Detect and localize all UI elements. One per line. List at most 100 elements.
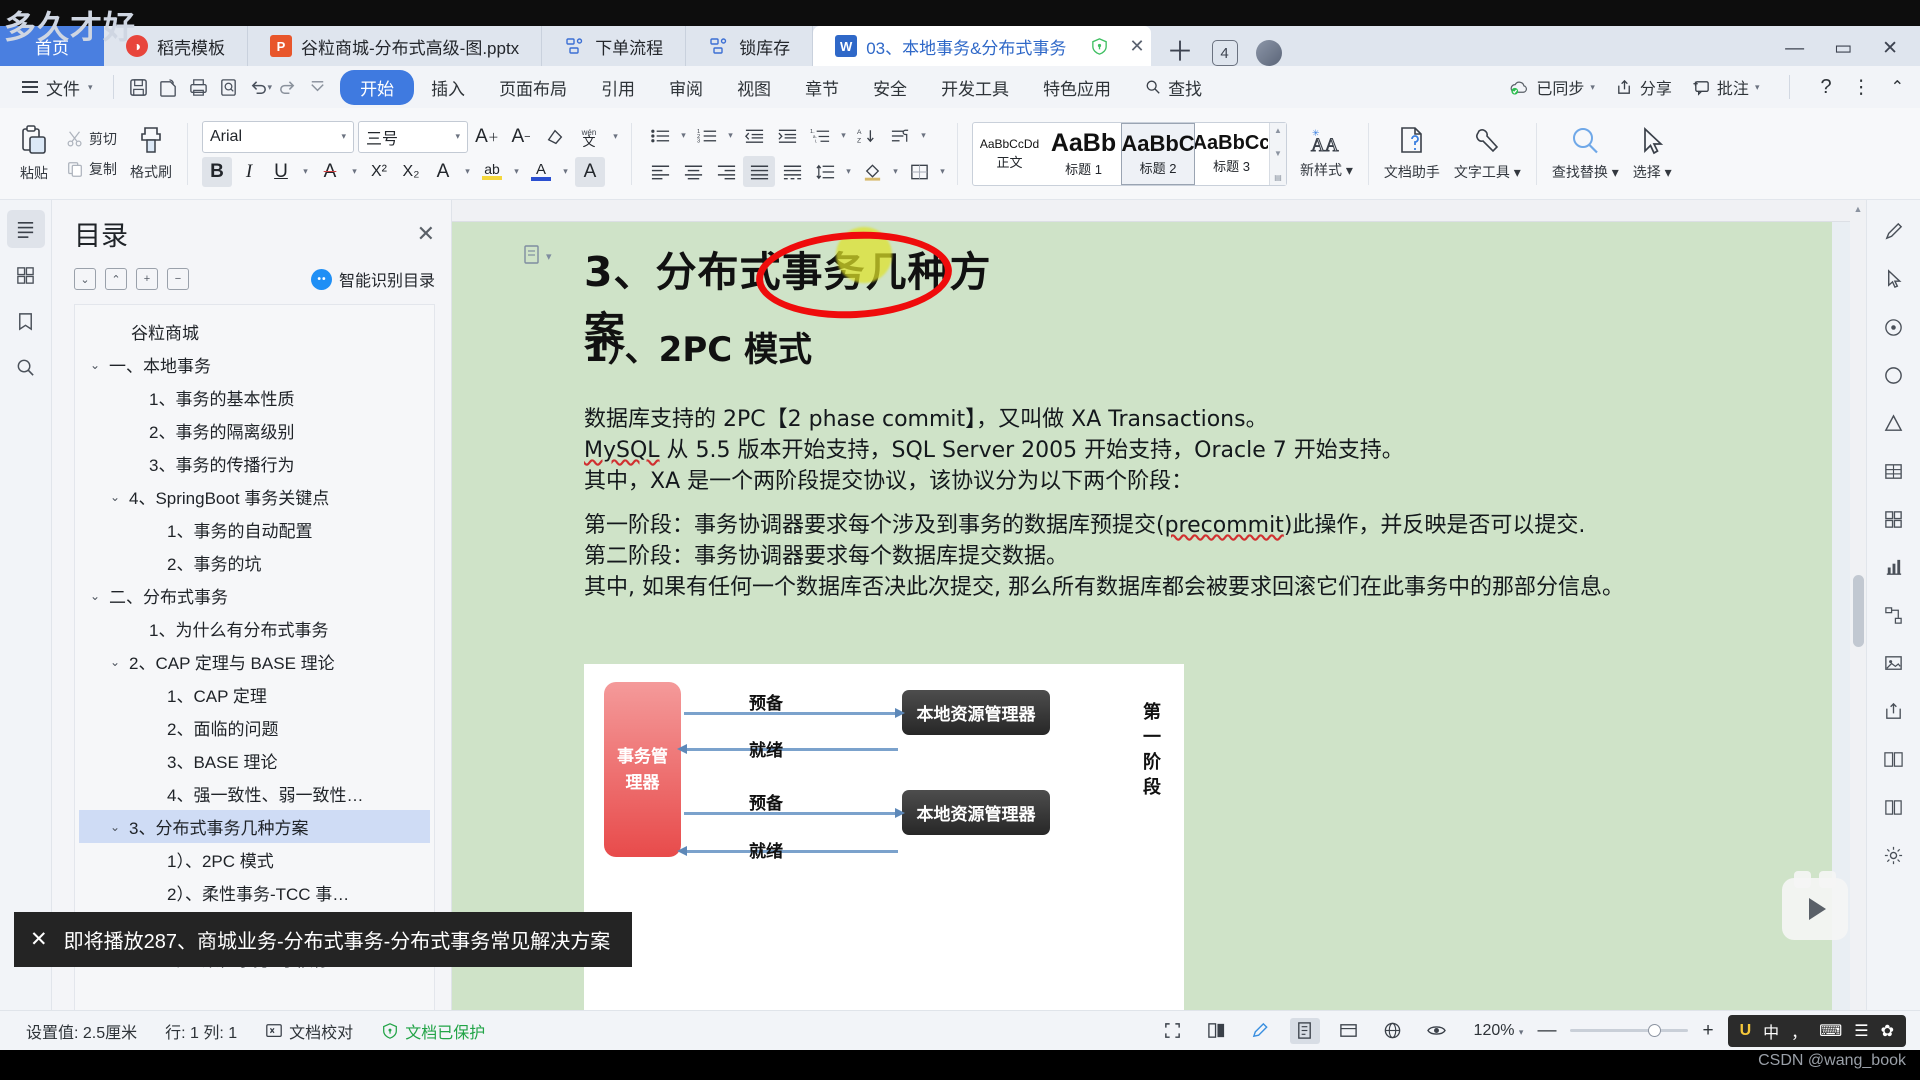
plus-icon[interactable]: ＋: [1167, 39, 1194, 66]
clear-format-icon[interactable]: [540, 122, 570, 152]
two-page-icon[interactable]: [1202, 1018, 1232, 1044]
comment-button[interactable]: 批注 ▾: [1692, 75, 1759, 99]
share-button[interactable]: 分享: [1615, 75, 1672, 99]
decrease-indent-icon[interactable]: [738, 120, 770, 151]
doc-assistant-button[interactable]: 文档助手: [1377, 121, 1447, 186]
line-spacing-icon[interactable]: [809, 156, 841, 187]
ime-toolbar[interactable]: U 中 ， ⌨ ☰ ✿: [1727, 1014, 1906, 1047]
ime-lang-button[interactable]: 中: [1763, 1019, 1779, 1043]
font-size-select[interactable]: 三号 ▾: [358, 120, 468, 153]
pinyin-guide-icon[interactable]: wén 文: [574, 122, 604, 152]
style-item-body[interactable]: AaBbCcDd 正文: [973, 123, 1047, 185]
chevron-down-icon[interactable]: ▾: [347, 157, 362, 187]
flow-icon[interactable]: [1875, 596, 1913, 634]
chevron-down-icon[interactable]: ▾: [298, 157, 313, 187]
increase-indent-icon[interactable]: [771, 120, 803, 151]
shield-icon[interactable]: [1089, 36, 1110, 57]
chevron-down-icon[interactable]: ⌄: [87, 589, 103, 603]
close-icon[interactable]: ✕: [30, 927, 48, 952]
grow-font-icon[interactable]: A ＋: [472, 122, 502, 152]
export-icon[interactable]: [1875, 692, 1913, 730]
zoom-level-label[interactable]: 120% ▾: [1474, 1022, 1524, 1040]
outline-item[interactable]: v1）、2PC 模式: [79, 843, 430, 876]
customize-toolbar-icon[interactable]: [302, 72, 332, 102]
scrollbar-thumb[interactable]: [1853, 575, 1864, 647]
save-icon[interactable]: [124, 72, 154, 102]
decrease-level-icon[interactable]: −: [167, 268, 189, 290]
pen-icon[interactable]: [1875, 212, 1913, 250]
select-button[interactable]: 选择 ▾: [1626, 121, 1679, 186]
document-heading-2[interactable]: 1）、2PC 模式: [584, 322, 812, 371]
style-item-heading2[interactable]: AaBbC 标题 2: [1121, 122, 1195, 185]
scroll-up-icon[interactable]: ▲: [1274, 126, 1282, 135]
sort-icon[interactable]: AZ: [851, 120, 883, 151]
document-diagram[interactable]: 事务管 理器 本地资源管理器 本地资源管理器 预备 就绪 预备 就绪 第一阶段: [584, 664, 1184, 1024]
triangle-icon[interactable]: [1875, 404, 1913, 442]
shading-icon[interactable]: [856, 156, 888, 187]
chevron-down-icon[interactable]: ⌄: [107, 820, 123, 834]
tab-dev-tools[interactable]: 开发工具: [924, 70, 1026, 105]
print-layout-icon[interactable]: [1289, 1017, 1320, 1044]
style-item-heading1[interactable]: AaBb 标题 1: [1047, 123, 1121, 185]
tab-count-badge[interactable]: 4: [1211, 40, 1238, 66]
ime-tray-icon[interactable]: ☰: [1854, 1021, 1868, 1041]
pages-icon[interactable]: [7, 256, 45, 294]
numbered-list-icon[interactable]: 123: [691, 120, 723, 151]
tab-start[interactable]: 开始: [340, 69, 415, 105]
outline-item[interactable]: ⌄ 一、本地事务: [79, 348, 430, 381]
style-gallery-scroll[interactable]: ▲ ▼ ▤: [1269, 122, 1286, 185]
file-menu-button[interactable]: 文件 ▾: [12, 75, 103, 100]
globe-icon[interactable]: [1255, 40, 1282, 66]
book-icon[interactable]: [1875, 788, 1913, 826]
chevron-down-icon[interactable]: ▾: [936, 156, 949, 187]
tab-view[interactable]: 视图: [720, 70, 788, 105]
video-toast[interactable]: ✕ 即将播放287、商城业务-分布式事务-分布式事务常见解决方案: [14, 912, 633, 967]
show-marks-icon[interactable]: [884, 120, 916, 151]
outline-item[interactable]: v3、事务的传播行为: [79, 447, 430, 480]
tab-daoke-template[interactable]: ◑ 稻壳模板: [104, 26, 248, 66]
bold-button[interactable]: B: [202, 156, 232, 187]
chevron-down-icon[interactable]: ▾: [558, 157, 573, 187]
save-as-icon[interactable]: [154, 72, 184, 102]
tab-page-layout[interactable]: 页面布局: [482, 70, 584, 105]
fullscreen-icon[interactable]: [1158, 1018, 1188, 1044]
chevron-down-icon[interactable]: ⌄: [107, 490, 123, 504]
distribute-icon[interactable]: [776, 156, 808, 187]
borders-icon[interactable]: [903, 156, 935, 187]
zoom-slider[interactable]: [1570, 1024, 1689, 1037]
outline-icon[interactable]: [6, 210, 45, 248]
font-family-select[interactable]: Arial ▾: [202, 120, 354, 153]
chevron-down-icon[interactable]: ▾: [917, 120, 930, 151]
multilevel-list-icon[interactable]: 1. a. i.: [804, 120, 836, 151]
outline-item[interactable]: v1、为什么有分布式事务: [79, 612, 430, 645]
text-effect-button[interactable]: A: [428, 157, 458, 187]
outline-item[interactable]: v1、事务的基本性质: [79, 381, 430, 414]
tab-section[interactable]: 章节: [788, 70, 856, 105]
chevron-down-icon[interactable]: ▾: [889, 156, 902, 187]
close-icon[interactable]: ✕: [1129, 36, 1144, 57]
outline-item[interactable]: v谷粒商城: [79, 315, 430, 348]
shrink-font-icon[interactable]: A −: [506, 122, 536, 152]
new-style-button[interactable]: AA ✳ 新样式 ▾: [1293, 123, 1360, 184]
chevron-down-icon[interactable]: ▾: [724, 120, 737, 151]
chevron-down-icon[interactable]: ▾: [509, 157, 524, 187]
increase-level-icon[interactable]: +: [136, 268, 158, 290]
outline-item[interactable]: ⌄ 二、分布式事务: [79, 579, 430, 612]
justify-icon[interactable]: [743, 156, 775, 187]
close-window-button[interactable]: ✕: [1882, 39, 1898, 58]
ime-power-icon[interactable]: U: [1740, 1022, 1752, 1040]
smart-outline-button[interactable]: 智能识别目录: [310, 267, 435, 291]
table-icon[interactable]: [1875, 452, 1913, 490]
tab-pptx[interactable]: P 谷粒商城-分布式高级-图.pptx: [248, 26, 543, 66]
maximize-button[interactable]: ▭: [1834, 39, 1852, 58]
tab-featured-apps[interactable]: 特色应用: [1026, 70, 1128, 105]
ime-settings-icon[interactable]: ✿: [1881, 1021, 1894, 1041]
scroll-up-icon[interactable]: ▲: [1854, 204, 1863, 214]
image-icon[interactable]: [1875, 644, 1913, 682]
tab-search[interactable]: 查找: [1128, 70, 1219, 105]
reading-layout-icon[interactable]: [1334, 1018, 1364, 1044]
tab-home[interactable]: 首页: [0, 26, 104, 66]
settings-icon[interactable]: [1875, 836, 1913, 874]
find-replace-button[interactable]: 查找替换 ▾: [1545, 121, 1626, 186]
close-icon[interactable]: ✕: [417, 221, 435, 247]
